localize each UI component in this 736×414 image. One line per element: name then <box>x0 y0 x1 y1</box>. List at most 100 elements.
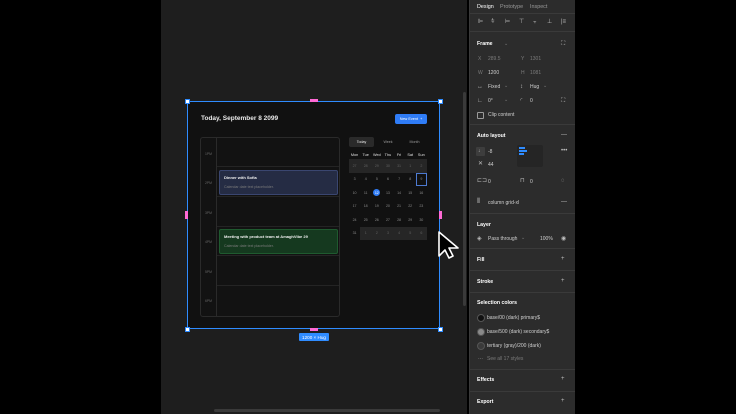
eye-icon[interactable]: ◉ <box>561 236 566 242</box>
align-center-horizontal-icon[interactable]: ⫩ <box>491 19 494 25</box>
rotation-input[interactable]: 0° <box>488 98 493 104</box>
calendar-day[interactable]: 7 <box>394 173 405 187</box>
add-fill-icon[interactable]: + <box>561 256 565 262</box>
calendar-day[interactable]: 30 <box>382 159 394 173</box>
calendar-day[interactable]: 5 <box>371 173 382 187</box>
color-swatch[interactable] <box>477 314 485 322</box>
h-input[interactable]: 1081 <box>530 70 541 76</box>
remove-auto-layout-icon[interactable]: — <box>561 132 567 138</box>
clip-content-checkbox[interactable] <box>477 112 484 119</box>
calendar-day[interactable]: 31 <box>393 159 405 173</box>
tab-design[interactable]: Design <box>477 4 494 10</box>
calendar-day[interactable]: 22 <box>405 200 416 214</box>
tab-today[interactable]: Today <box>349 137 374 147</box>
fullscreen-icon[interactable]: ⛶ <box>561 41 565 47</box>
layer-opacity-input[interactable]: 100% <box>540 236 553 242</box>
chevron-down-icon[interactable]: ⌄ <box>521 235 525 241</box>
resize-handle-top-left[interactable] <box>185 99 190 104</box>
calendar-day[interactable]: 17 <box>349 200 360 214</box>
padding-vertical-input[interactable]: 0 <box>530 179 533 185</box>
calendar-day[interactable]: 27 <box>382 213 393 227</box>
tab-week[interactable]: Week <box>376 137 401 147</box>
color-style-name[interactable]: base/500 (dark) secondary$ <box>487 329 549 335</box>
gap-input[interactable]: 44 <box>488 162 494 168</box>
tab-month[interactable]: Month <box>402 137 427 147</box>
add-stroke-icon[interactable]: + <box>561 278 565 284</box>
calendar-day[interactable]: 3 <box>349 173 360 187</box>
chevron-down-icon[interactable]: ⌄ <box>504 41 508 47</box>
calendar-day[interactable]: 29 <box>371 159 383 173</box>
height-mode-select[interactable]: Hug <box>530 84 539 90</box>
more-options-icon[interactable]: ••• <box>561 148 567 154</box>
independent-corners-icon[interactable]: ⛶ <box>561 98 565 104</box>
calendar-day[interactable]: 16 <box>416 186 427 200</box>
resize-handle-bottom-right[interactable] <box>438 327 443 332</box>
horizontal-direction-icon[interactable]: ✕ <box>478 161 483 167</box>
calendar-day[interactable]: 15 <box>405 186 416 200</box>
new-event-button[interactable]: New Event + <box>395 114 427 124</box>
calendar-day[interactable]: 4 <box>360 173 371 187</box>
width-mode-select[interactable]: Fixed <box>488 84 500 90</box>
calendar-day[interactable]: 2 <box>415 159 427 173</box>
align-top-icon[interactable]: ⊤ <box>519 19 524 25</box>
see-all-styles-link[interactable]: See all 17 styles <box>487 356 523 362</box>
calendar-day[interactable]: 25 <box>360 213 371 227</box>
distribute-icon[interactable]: |≡ <box>561 19 566 25</box>
calendar-day[interactable]: 24 <box>349 213 360 227</box>
calendar-day[interactable]: 19 <box>371 200 382 214</box>
calendar-day[interactable]: 11 <box>360 186 371 200</box>
align-right-icon[interactable]: ⊨ <box>505 19 510 25</box>
align-bottom-icon[interactable]: ⊥ <box>547 19 552 25</box>
remove-grid-icon[interactable]: — <box>561 199 567 205</box>
calendar-day[interactable]: 21 <box>394 200 405 214</box>
calendar-day[interactable]: 13 <box>382 186 393 200</box>
calendar-day[interactable]: 4 <box>393 226 405 240</box>
calendar-day[interactable]: 3 <box>382 226 394 240</box>
calendar-day[interactable]: 27 <box>349 159 361 173</box>
layout-grid-name[interactable]: column grid-xl <box>488 200 519 206</box>
calendar-day[interactable]: 20 <box>382 200 393 214</box>
calendar-day[interactable]: 10 <box>349 186 360 200</box>
padding-marker-top[interactable] <box>310 99 318 102</box>
align-middle-icon[interactable]: ⫟ <box>533 19 537 25</box>
y-input[interactable]: 1301 <box>530 56 541 62</box>
chevron-down-icon[interactable]: ⌄ <box>504 83 508 89</box>
tab-inspect[interactable]: Inspect <box>530 4 547 10</box>
canvas-vertical-scrollbar[interactable] <box>463 92 466 306</box>
event-card-meeting[interactable]: Meeting with product team at AmaghVibe 2… <box>219 229 338 254</box>
add-effect-icon[interactable]: + <box>561 376 565 382</box>
frame-section-title[interactable]: Frame <box>477 41 493 47</box>
chevron-down-icon[interactable]: ⌄ <box>504 97 508 103</box>
corner-radius-input[interactable]: 0 <box>530 98 533 104</box>
color-swatch[interactable] <box>477 342 485 350</box>
calendar-day[interactable]: 9 <box>415 172 427 186</box>
add-export-icon[interactable]: + <box>561 398 565 404</box>
x-input[interactable]: 289.5 <box>488 56 501 62</box>
calendar-day[interactable]: 31 <box>349 227 360 241</box>
calendar-day-today[interactable]: 12 <box>371 186 382 200</box>
calendar-day[interactable]: 28 <box>360 159 372 173</box>
color-style-name[interactable]: tertiary (gray)/200 (dark) <box>487 343 541 349</box>
resize-handle-top-right[interactable] <box>438 99 443 104</box>
calendar-day[interactable]: 14 <box>394 186 405 200</box>
color-style-name[interactable]: base/00 (dark) primary$ <box>487 315 540 321</box>
calendar-day[interactable]: 8 <box>405 173 416 187</box>
item-spacing-input[interactable]: -8 <box>488 149 492 155</box>
calendar-day[interactable]: 26 <box>371 213 382 227</box>
calendar-day[interactable]: 1 <box>404 159 416 173</box>
calendar-day[interactable]: 2 <box>371 226 383 240</box>
canvas-horizontal-scrollbar[interactable] <box>214 409 440 412</box>
chevron-down-icon[interactable]: ⌄ <box>543 83 547 89</box>
align-left-icon[interactable]: ⊫ <box>478 19 483 25</box>
resize-handle-bottom-left[interactable] <box>185 327 190 332</box>
padding-marker-bottom[interactable] <box>310 328 318 331</box>
calendar-day[interactable]: 28 <box>394 213 405 227</box>
calendar-day[interactable]: 30 <box>416 213 427 227</box>
calendar-day[interactable]: 29 <box>405 213 416 227</box>
calendar-day[interactable]: 6 <box>382 173 393 187</box>
color-swatch[interactable] <box>477 328 485 336</box>
tab-prototype[interactable]: Prototype <box>500 4 523 10</box>
padding-marker-right[interactable] <box>439 211 442 219</box>
event-card-dinner[interactable]: Dinner with Sofia Calendar date text pla… <box>219 170 338 195</box>
alignment-matrix[interactable] <box>517 145 543 167</box>
